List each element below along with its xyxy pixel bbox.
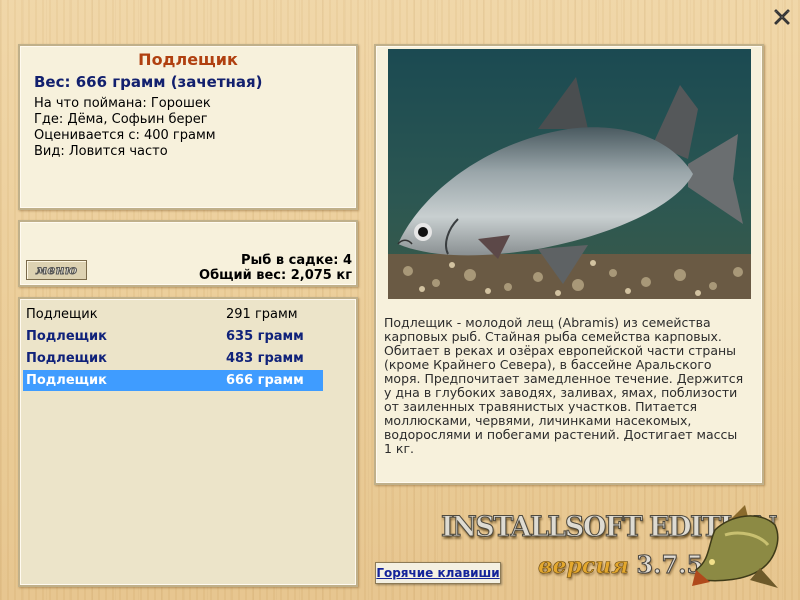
fish-photo-panel: Подлещик - молодой лещ (Abramis) из семе…	[374, 44, 764, 485]
version-word: версия	[538, 553, 629, 580]
catch-row[interactable]: Подлещик 291 грамм	[23, 304, 323, 325]
fish-description: Подлещик - молодой лещ (Abramis) из семе…	[384, 315, 744, 456]
hotkeys-button[interactable]: Горячие клавиши	[375, 562, 501, 584]
catch-weight: 666 грамм	[226, 373, 304, 388]
hotkeys-label: Горячие клавиши	[376, 566, 500, 580]
valued-from-line: Оценивается с: 400 грамм	[34, 128, 216, 143]
catch-name: Подлещик	[26, 351, 107, 366]
catch-list: Подлещик 291 грамм Подлещик 635 грамм По…	[18, 297, 358, 587]
catch-name: Подлещик	[26, 329, 107, 344]
kind-line: Вид: Ловится часто	[34, 144, 168, 159]
catch-weight: 291 грамм	[226, 307, 298, 322]
bait-line: На что поймана: Горошек	[34, 96, 211, 111]
catch-weight: 635 грамм	[226, 329, 304, 344]
fish-in-cage-count: Рыб в садке: 4	[240, 253, 352, 268]
catch-row[interactable]: Подлещик 483 грамм	[23, 348, 323, 369]
fish-photo	[388, 49, 751, 299]
catch-weight: 483 грамм	[226, 351, 304, 366]
fish-name-title: Подлещик	[138, 50, 238, 69]
place-line: Где: Дёма, Софьин берег	[34, 112, 208, 127]
menu-button[interactable]: меню	[26, 260, 87, 280]
catch-row-selected[interactable]: Подлещик 666 грамм	[23, 370, 323, 391]
total-weight: Общий вес: 2,075 кг	[199, 268, 352, 283]
fish-weight: Вес: 666 грамм (зачетная)	[34, 73, 263, 91]
menu-button-label: меню	[35, 263, 78, 278]
fish-info-panel: Подлещик Вес: 666 грамм (зачетная) На чт…	[18, 44, 358, 210]
cage-summary-panel: меню Рыб в садке: 4 Общий вес: 2,075 кг	[18, 220, 358, 287]
close-icon[interactable]	[772, 7, 792, 27]
catch-name: Подлещик	[26, 373, 107, 388]
catch-row[interactable]: Подлещик 635 грамм	[23, 326, 323, 347]
pike-logo-icon	[690, 500, 785, 590]
version-label: версия 3.7.5	[538, 550, 704, 580]
catch-name: Подлещик	[26, 307, 98, 322]
